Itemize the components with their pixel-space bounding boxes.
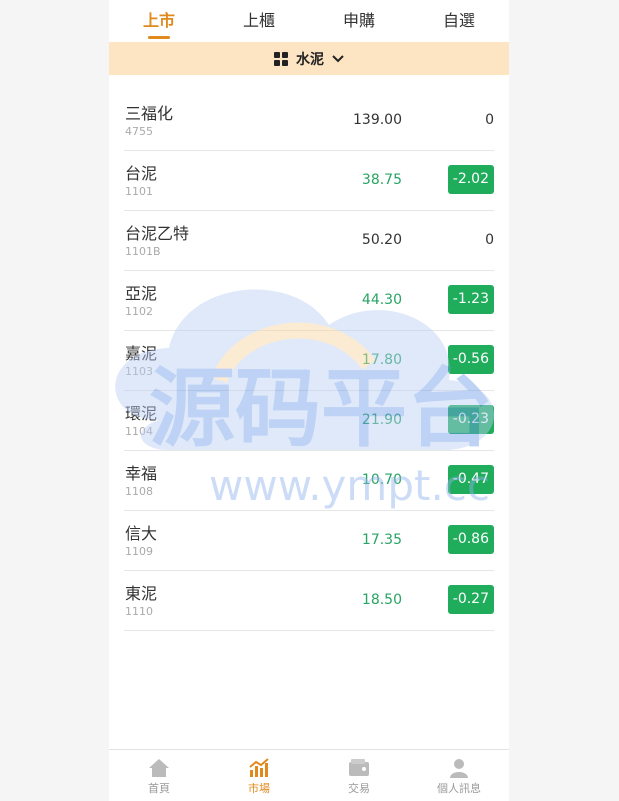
stock-name: 信大 xyxy=(125,524,158,543)
stock-name: 三福化 xyxy=(125,104,174,123)
market-tabs: 上市 上櫃 申購 自選 xyxy=(109,0,509,42)
nav-market[interactable]: 市場 xyxy=(209,750,309,801)
nav-profile-label: 個人訊息 xyxy=(437,782,481,795)
stock-price: 10.70 xyxy=(361,472,402,488)
stock-change: -0.23 xyxy=(447,405,494,434)
stock-row[interactable]: 環泥 1104 21.90 -0.23 xyxy=(124,391,494,451)
stock-code: 1109 xyxy=(125,545,153,558)
stock-code: 1104 xyxy=(125,425,153,438)
user-icon xyxy=(450,759,468,778)
stock-row[interactable]: 幸福 1108 10.70 -0.47 xyxy=(124,451,494,511)
stock-list: 三福化 4755 139.00 0 台泥 1101 38.75 -2.02 台泥乙特 1101B 5… xyxy=(124,91,494,631)
nav-profile[interactable]: 個人訊息 xyxy=(409,750,509,801)
stock-price: 38.75 xyxy=(361,172,402,188)
stock-change: -0.56 xyxy=(447,345,494,374)
stock-code: 1110 xyxy=(125,605,153,618)
stock-code: 1103 xyxy=(125,365,153,378)
nav-trade[interactable]: 交易 xyxy=(309,750,409,801)
stock-name: 嘉泥 xyxy=(125,344,158,363)
nav-market-label: 市場 xyxy=(248,782,270,795)
stock-code: 1108 xyxy=(125,485,153,498)
category-selector[interactable]: 水泥 xyxy=(109,42,509,75)
stock-name: 台泥乙特 xyxy=(125,224,190,243)
stock-code: 1102 xyxy=(125,305,153,318)
category-label: 水泥 xyxy=(296,51,324,68)
grid-icon xyxy=(274,51,288,66)
stock-change: -0.47 xyxy=(447,465,494,494)
stock-price: 139.00 xyxy=(353,112,402,128)
wallet-icon xyxy=(349,759,369,776)
stock-row[interactable]: 信大 1109 17.35 -0.86 xyxy=(124,511,494,571)
stock-code: 1101B xyxy=(125,245,161,258)
stock-code: 1101 xyxy=(125,185,153,198)
tab-watchlist[interactable]: 自選 xyxy=(409,0,509,42)
stock-row[interactable]: 嘉泥 1103 17.80 -0.56 xyxy=(124,331,494,391)
stock-name: 環泥 xyxy=(125,404,158,423)
stock-code: 4755 xyxy=(125,125,153,138)
stock-change: 0 xyxy=(485,112,494,128)
stock-price: 17.80 xyxy=(361,352,402,368)
nav-home[interactable]: 首頁 xyxy=(109,750,209,801)
stock-change: -0.27 xyxy=(447,585,494,614)
nav-trade-label: 交易 xyxy=(348,782,370,795)
tab-otc[interactable]: 上櫃 xyxy=(209,0,309,42)
stock-name: 亞泥 xyxy=(125,284,158,303)
bottom-nav: 首頁 市場 交易 個人訊息 xyxy=(109,749,509,801)
stock-row[interactable]: 台泥 1101 38.75 -2.02 xyxy=(124,151,494,211)
home-icon xyxy=(149,759,169,777)
stock-change: -1.23 xyxy=(447,285,494,314)
stock-row[interactable]: 台泥乙特 1101B 50.20 0 xyxy=(124,211,494,271)
stock-price: 44.30 xyxy=(361,292,402,308)
stock-name: 台泥 xyxy=(125,164,158,183)
chevron-down-icon xyxy=(332,51,344,67)
stock-name: 東泥 xyxy=(125,584,158,603)
stock-change: -2.02 xyxy=(447,165,494,194)
tab-subscription[interactable]: 申購 xyxy=(309,0,409,42)
stock-change: 0 xyxy=(485,232,494,248)
stock-price: 18.50 xyxy=(361,592,402,608)
stock-name: 幸福 xyxy=(125,464,158,483)
stock-price: 21.90 xyxy=(361,412,402,428)
stock-row[interactable]: 三福化 4755 139.00 0 xyxy=(124,91,494,151)
stock-row[interactable]: 亞泥 1102 44.30 -1.23 xyxy=(124,271,494,331)
chart-icon xyxy=(249,758,269,777)
stock-row[interactable]: 東泥 1110 18.50 -0.27 xyxy=(124,571,494,631)
stock-change: -0.86 xyxy=(447,525,494,554)
stock-price: 17.35 xyxy=(361,532,402,548)
nav-home-label: 首頁 xyxy=(148,782,170,795)
tab-listed[interactable]: 上市 xyxy=(109,0,209,42)
phone-screen: 上市 上櫃 申購 自選 水泥 三福化 4755 139.00 0 台泥 1101 38.75… xyxy=(109,0,509,801)
stock-price: 50.20 xyxy=(361,232,402,248)
